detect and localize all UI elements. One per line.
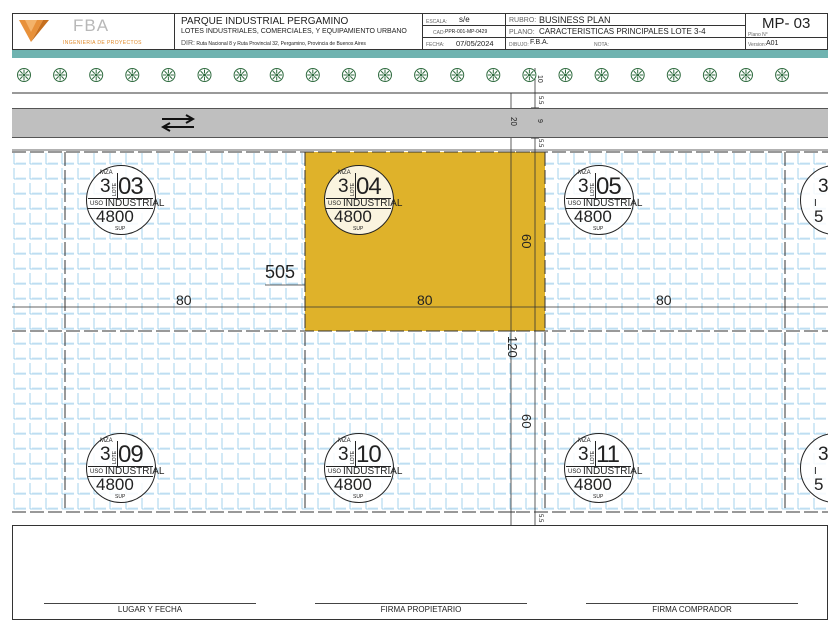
lot-badge-cut-upper: 3 I 5 bbox=[800, 165, 828, 237]
lot-width-center: 80 bbox=[417, 292, 433, 308]
lot-badge-04: MZA 3 LOTE 04 USO INDUSTRIAL 4800 SUP bbox=[324, 165, 402, 235]
tree-icon bbox=[305, 68, 320, 82]
tree-icon bbox=[341, 68, 356, 82]
tree-icon bbox=[630, 68, 645, 82]
mza-number: 3 bbox=[818, 444, 828, 465]
tree-icon bbox=[522, 68, 537, 82]
tree-icon bbox=[269, 68, 284, 82]
sup-label: SUP bbox=[593, 494, 604, 500]
lot-badge-03: MZA 3 LOTE 03 USO INDUSTRIAL 4800 SUP bbox=[86, 165, 164, 235]
tree-icon bbox=[594, 68, 609, 82]
road-lane: 9 bbox=[536, 119, 543, 123]
lot-width-right: 80 bbox=[656, 292, 672, 308]
lot-number: 11 bbox=[596, 441, 620, 468]
tree-row bbox=[17, 68, 790, 82]
sup-label: SUP bbox=[115, 226, 126, 232]
lot-number: 04 bbox=[356, 173, 382, 200]
sup-label: SUP bbox=[593, 226, 604, 232]
lot-depth-lower: 60 bbox=[519, 414, 534, 429]
lot-badge-11: MZA 3 LOTE 11 USO INDUSTRIAL 4800 SUP bbox=[564, 433, 642, 503]
lot-badge-09: MZA 3 LOTE 09 USO INDUSTRIAL 4800 SUP bbox=[86, 433, 164, 503]
lot-number: 10 bbox=[356, 441, 382, 468]
tree-icon bbox=[666, 68, 681, 82]
tree-icon bbox=[702, 68, 717, 82]
lot-number: 09 bbox=[118, 441, 144, 468]
lot-badge-10: MZA 3 LOTE 10 USO INDUSTRIAL 4800 SUP bbox=[324, 433, 402, 503]
lot-area: 4800 bbox=[96, 475, 134, 494]
mza-number: 3 bbox=[578, 176, 589, 197]
mza-number: 3 bbox=[338, 444, 349, 465]
lot-area-partial: 5 bbox=[814, 207, 824, 226]
mza-number: 3 bbox=[338, 176, 349, 197]
block-depth: 120 bbox=[505, 336, 520, 358]
tree-icon bbox=[378, 68, 392, 82]
bottom-setback: 5.5 bbox=[537, 514, 543, 523]
mza-number: 3 bbox=[100, 444, 111, 465]
lot-badge-cut-lower: 3 I 5 bbox=[800, 433, 828, 505]
tree-icon bbox=[739, 68, 753, 82]
tree-icon bbox=[450, 68, 465, 82]
tree-icon bbox=[197, 68, 212, 82]
lot-number: 05 bbox=[596, 173, 622, 200]
level-mark: 505 bbox=[265, 262, 296, 282]
place-date-label: LUGAR Y FECHA bbox=[117, 605, 183, 614]
mza-number: 3 bbox=[100, 176, 111, 197]
mza-number: 3 bbox=[578, 444, 589, 465]
lot-area: 4800 bbox=[574, 207, 612, 226]
sup-label: SUP bbox=[115, 494, 126, 500]
road-width: 20 bbox=[509, 117, 518, 126]
tree-icon bbox=[89, 68, 104, 82]
owner-signature-label: FIRMA PROPIETARIO bbox=[380, 605, 462, 614]
road bbox=[12, 108, 828, 138]
lot-area: 4800 bbox=[334, 475, 372, 494]
lot-area: 4800 bbox=[96, 207, 134, 226]
tree-icon bbox=[558, 68, 573, 82]
tree-icon bbox=[125, 68, 140, 82]
mza-number: 3 bbox=[818, 176, 828, 197]
sup-label: SUP bbox=[353, 226, 364, 232]
lot-number: 03 bbox=[118, 173, 144, 200]
sidewalk-b: 5.5 bbox=[537, 139, 543, 148]
lot-depth-upper: 60 bbox=[519, 234, 534, 249]
lot-badge-05: MZA 3 LOTE 05 USO INDUSTRIAL 4800 SUP bbox=[564, 165, 642, 235]
tree-icon bbox=[775, 68, 790, 82]
signature-box: LUGAR Y FECHA FIRMA PROPIETARIO FIRMA CO… bbox=[12, 525, 828, 620]
sup-label: SUP bbox=[353, 494, 364, 500]
lot-area-partial: 5 bbox=[814, 475, 824, 494]
lot-area: 4800 bbox=[574, 475, 612, 494]
tree-icon bbox=[414, 68, 429, 82]
two-way-arrow-icon bbox=[160, 114, 196, 132]
tree-icon bbox=[53, 68, 68, 82]
tree-icon bbox=[233, 68, 248, 82]
lot-area: 4800 bbox=[334, 207, 372, 226]
buyer-signature-label: FIRMA COMPRADOR bbox=[652, 605, 732, 614]
lot-width-left: 80 bbox=[176, 292, 192, 308]
tree-icon bbox=[486, 68, 501, 82]
strip-width: 10 bbox=[536, 75, 543, 83]
tree-icon bbox=[17, 68, 31, 82]
sidewalk-a: 5.5 bbox=[537, 96, 543, 105]
tree-icon bbox=[161, 68, 176, 82]
